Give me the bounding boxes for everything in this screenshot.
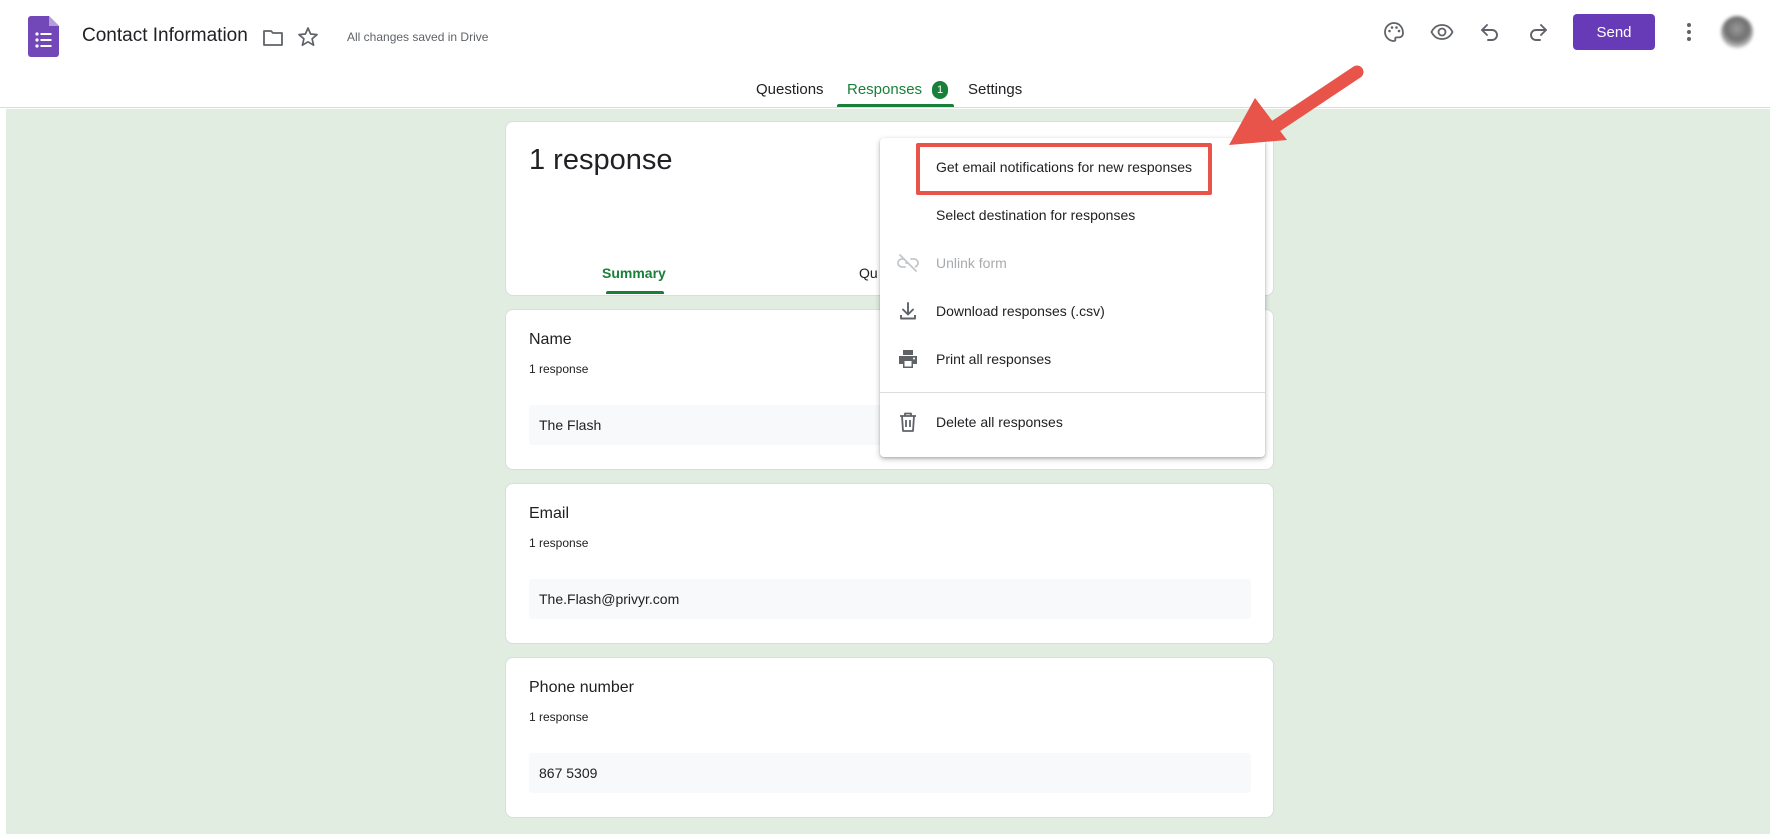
subtab-summary[interactable]: Summary (602, 265, 666, 281)
palette-icon[interactable] (1382, 20, 1406, 44)
tab-responses-label: Responses (847, 81, 923, 98)
preview-eye-icon[interactable] (1430, 20, 1454, 44)
tab-questions[interactable]: Questions (756, 81, 824, 98)
response-count-title: 1 response (529, 144, 673, 176)
menu-item-label: Unlink form (936, 255, 1007, 271)
question-card-phone: Phone number 1 response 867 5309 (505, 657, 1274, 818)
printer-icon (899, 350, 917, 368)
save-status: All changes saved in Drive (347, 30, 489, 44)
folder-icon[interactable] (261, 26, 285, 50)
question-response-count: 1 response (529, 536, 589, 550)
responses-options-menu: Get email notifications for new response… (880, 138, 1265, 457)
question-card-email: Email 1 response The.Flash@privyr.com (505, 483, 1274, 644)
document-title[interactable]: Contact Information (82, 25, 248, 47)
download-icon (900, 302, 916, 320)
question-title: Name (529, 331, 572, 348)
menu-item-label: Download responses (.csv) (936, 303, 1105, 319)
google-forms-logo-icon[interactable] (28, 16, 59, 57)
account-avatar[interactable] (1721, 16, 1753, 48)
active-subtab-indicator (606, 291, 664, 294)
menu-item-select-destination[interactable]: Select destination for responses (880, 191, 1265, 239)
send-button[interactable]: Send (1573, 14, 1655, 50)
answer-value: 867 5309 (529, 753, 1251, 793)
question-title: Phone number (529, 679, 634, 696)
tab-responses[interactable]: Responses 1 (847, 81, 949, 99)
menu-item-unlink-form: Unlink form (880, 239, 1265, 287)
redo-icon[interactable] (1526, 20, 1550, 44)
app-header: Contact Information All changes saved in… (0, 0, 1770, 108)
question-response-count: 1 response (529, 710, 589, 724)
form-tabs: Questions Responses 1 Settings (0, 78, 1770, 108)
undo-icon[interactable] (1478, 20, 1502, 44)
menu-item-label: Get email notifications for new response… (936, 159, 1193, 175)
responses-count-badge: 1 (932, 81, 949, 99)
trash-icon (900, 412, 916, 432)
menu-item-label: Select destination for responses (936, 207, 1136, 223)
menu-item-print-responses[interactable]: Print all responses (880, 335, 1265, 383)
menu-divider (880, 392, 1265, 393)
subtab-question[interactable]: Qu (859, 265, 878, 281)
more-options-icon[interactable] (1679, 20, 1699, 44)
answer-value: The.Flash@privyr.com (529, 579, 1251, 619)
star-icon[interactable] (296, 25, 320, 49)
question-response-count: 1 response (529, 362, 589, 376)
question-title: Email (529, 505, 570, 522)
active-tab-indicator (837, 104, 954, 107)
menu-item-label: Delete all responses (936, 414, 1063, 430)
unlink-icon (897, 254, 919, 272)
menu-item-download-csv[interactable]: Download responses (.csv) (880, 287, 1265, 335)
tab-settings[interactable]: Settings (968, 81, 1022, 98)
menu-item-delete-all[interactable]: Delete all responses (880, 398, 1265, 446)
menu-item-label: Print all responses (936, 351, 1052, 367)
menu-item-email-notifications[interactable]: Get email notifications for new response… (880, 143, 1265, 191)
